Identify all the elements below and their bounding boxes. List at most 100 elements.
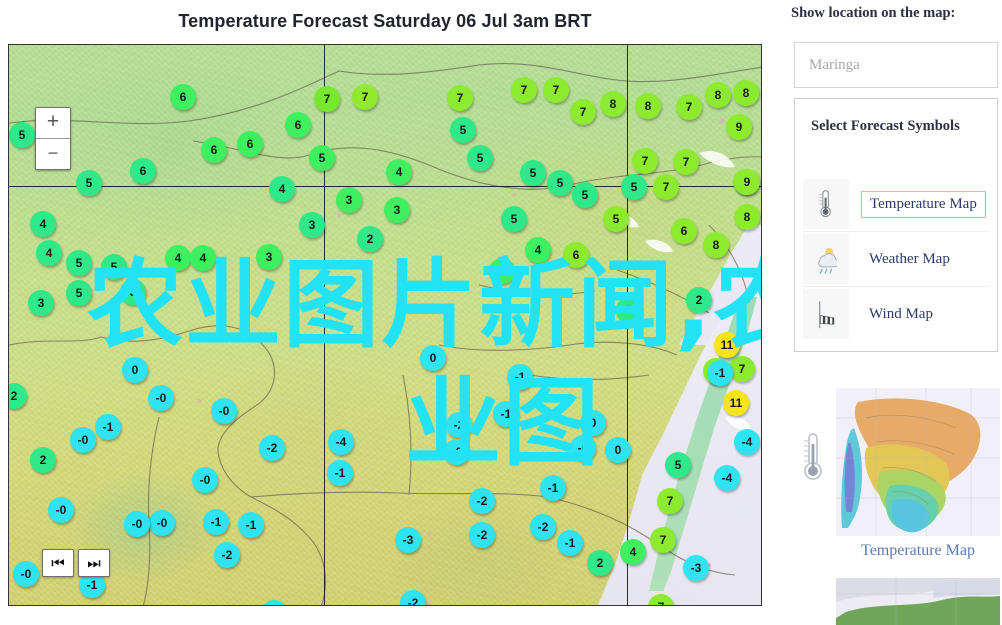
temperature-marker[interactable]: -0 [192,467,218,493]
temperature-marker[interactable]: 6 [201,137,227,163]
temperature-marker[interactable]: 7 [314,86,340,112]
temperature-marker[interactable]: 8 [600,91,626,117]
temperature-marker[interactable]: 5 [76,170,102,196]
temperature-marker[interactable]: 7 [729,356,755,382]
temperature-marker[interactable]: 4 [165,245,191,271]
temperature-marker[interactable]: 11 [723,390,749,416]
temperature-marker[interactable]: 7 [676,94,702,120]
temperature-marker[interactable]: 5 [467,145,493,171]
temperature-marker[interactable]: -0 [70,427,96,453]
temperature-marker[interactable]: -2 [444,439,470,465]
temperature-marker[interactable]: -0 [13,561,39,587]
temperature-marker[interactable]: 8 [734,204,760,230]
temperature-marker[interactable]: 8 [703,232,729,258]
temperature-marker[interactable]: -0 [48,497,74,523]
temperature-marker[interactable]: -2 [259,435,285,461]
temperature-marker[interactable]: -1 [557,530,583,556]
temperature-marker[interactable]: 2 [686,287,712,313]
temperature-marker[interactable]: 4 [36,240,62,266]
temperature-marker[interactable]: 4 [30,211,56,237]
temperature-marker[interactable]: -0 [570,435,596,461]
temperature-marker[interactable]: 9 [726,114,752,140]
temperature-marker[interactable]: 5 [450,117,476,143]
temperature-marker[interactable]: 8 [733,80,759,106]
temperature-marker[interactable]: 7 [632,148,658,174]
previous-frame-button[interactable]: ⏮ [42,549,74,577]
temperature-marker[interactable]: 0 [605,437,631,463]
temperature-marker[interactable]: 6 [170,84,196,110]
zoom-out-button[interactable]: − [36,138,70,169]
temperature-marker[interactable]: -1 [540,475,566,501]
temperature-marker[interactable]: 5 [603,206,629,232]
temperature-marker[interactable]: 6 [285,112,311,138]
temperature-marker[interactable]: 5 [101,254,127,280]
temperature-marker[interactable]: 5 [501,206,527,232]
temperature-marker[interactable]: 4 [620,539,646,565]
temperature-marker[interactable]: 2 [587,550,613,576]
temperature-marker[interactable]: 0 [580,410,606,436]
temperature-marker[interactable]: 4 [190,245,216,271]
forecast-symbol-row[interactable]: Weather Map [803,232,989,287]
temperature-marker[interactable]: 6 [671,218,697,244]
temperature-marker[interactable]: 6 [237,131,263,157]
temperature-marker[interactable]: 6 [130,158,156,184]
temperature-marker[interactable]: -4 [734,429,760,455]
temperature-marker[interactable]: 11 [714,332,740,358]
temperature-marker[interactable]: 7 [570,99,596,125]
temperature-marker[interactable]: -4 [328,429,354,455]
temperature-marker[interactable]: 2 [357,226,383,252]
temperature-marker[interactable]: -0 [148,385,174,411]
temperature-marker[interactable]: 8 [635,93,661,119]
temperature-marker[interactable]: 3 [299,212,325,238]
temperature-marker[interactable]: -1 [327,460,353,486]
temperature-marker[interactable]: 0 [122,357,148,383]
temperature-marker[interactable]: 5 [547,170,573,196]
temperature-marker[interactable]: -2 [469,522,495,548]
temperature-marker[interactable]: 7 [447,85,473,111]
temperature-marker[interactable]: 2 [30,447,56,473]
temperature-marker[interactable]: 5 [665,452,691,478]
temperature-marker[interactable]: 3 [489,258,515,284]
temperature-marker[interactable]: -2 [469,488,495,514]
temperature-marker[interactable]: 3 [28,290,54,316]
temperature-marker[interactable]: -3 [683,555,709,581]
temperature-marker[interactable]: 5 [66,280,92,306]
zoom-in-button[interactable]: + [36,108,70,138]
temperature-marker[interactable]: -3 [395,527,421,553]
thumbnail-image[interactable] [836,388,1000,536]
temperature-marker[interactable]: 5 [9,122,35,148]
temperature-marker[interactable]: 9 [734,169,760,195]
temperature-map-thumbnail[interactable]: Temperature Map [836,388,1000,560]
temperature-marker[interactable]: 4 [525,237,551,263]
temperature-marker[interactable]: 4 [386,159,412,185]
forecast-symbol-row[interactable]: Wind Map [803,287,989,341]
temperature-marker[interactable]: -0 [149,510,175,536]
temperature-marker[interactable]: 7 [352,84,378,110]
temperature-marker[interactable]: 0 [420,345,446,371]
temperature-marker[interactable]: -0 [211,398,237,424]
forecast-symbol-row[interactable]: Temperature Map [803,177,989,232]
temperature-marker[interactable]: 7 [543,77,569,103]
temperature-marker[interactable]: -0 [124,511,150,537]
temperature-marker[interactable]: 5 [309,145,335,171]
map-canvas[interactable]: 5666665547777778878895579455557794455333… [9,45,761,605]
temperature-marker[interactable]: 5 [520,160,546,186]
temperature-marker[interactable]: -2 [530,514,556,540]
next-frame-button[interactable]: ⏭ [78,549,110,577]
temperature-marker[interactable]: -1 [507,364,533,390]
temperature-marker[interactable]: 3 [384,197,410,223]
temperature-marker[interactable]: 7 [511,77,537,103]
temperature-marker[interactable]: 7 [653,174,679,200]
temperature-marker[interactable]: 5 [621,174,647,200]
temperature-marker[interactable]: 2 [616,297,642,323]
temperature-marker[interactable]: 7 [673,149,699,175]
temperature-marker[interactable]: -2 [446,412,472,438]
temperature-marker[interactable]: 5 [572,182,598,208]
temperature-marker[interactable]: -1 [238,512,264,538]
temperature-marker[interactable]: 4 [269,176,295,202]
temperature-marker[interactable]: 3 [256,244,282,270]
temperature-marker[interactable]: 3 [336,187,362,213]
weather-map-thumbnail[interactable] [836,578,1000,625]
temperature-marker[interactable]: 7 [650,527,676,553]
temperature-marker[interactable]: -1 [95,414,121,440]
